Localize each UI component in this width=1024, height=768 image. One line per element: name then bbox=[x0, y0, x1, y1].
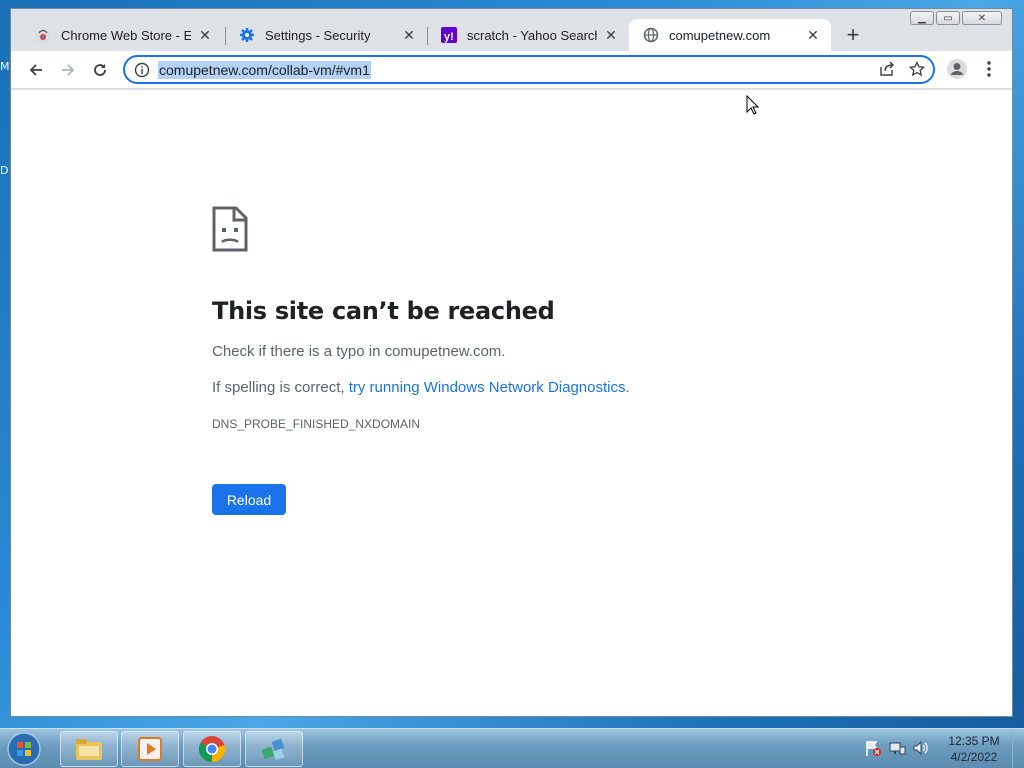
media-player-icon bbox=[138, 737, 162, 761]
back-arrow-icon bbox=[29, 64, 42, 76]
clock-time: 12:35 PM bbox=[948, 734, 1000, 748]
mouse-cursor-icon bbox=[746, 95, 760, 115]
tab-strip: Chrome Web Store - Exte ✕ Settings - Sec… bbox=[11, 19, 1012, 51]
browser-window: ▁ ▭ ✕ Chrome Web Store - Exte ✕ Settings… bbox=[10, 8, 1013, 717]
sad-page-icon bbox=[212, 206, 248, 252]
new-tab-button[interactable]: + bbox=[841, 22, 865, 47]
start-button[interactable] bbox=[6, 731, 46, 767]
browser-toolbar: comupetnew.com/collab-vm/#vm1 bbox=[11, 51, 1012, 89]
tab-title: scratch - Yahoo Search Re bbox=[467, 27, 597, 43]
chrome-icon bbox=[198, 736, 226, 763]
spelling-hint: If spelling is correct, try running Wind… bbox=[212, 379, 832, 396]
forward-button[interactable] bbox=[56, 58, 80, 82]
profile-avatar-icon bbox=[947, 59, 967, 79]
kebab-menu-icon bbox=[987, 61, 991, 77]
bookmark-star-icon[interactable] bbox=[908, 60, 926, 82]
tab-title: Chrome Web Store - Exte bbox=[61, 27, 191, 43]
url-text[interactable]: comupetnew.com/collab-vm/#vm1 bbox=[158, 60, 371, 79]
windows-start-orb-icon bbox=[7, 732, 41, 766]
tab-chrome-web-store[interactable]: Chrome Web Store - Exte ✕ bbox=[21, 19, 223, 51]
spelling-prefix: If spelling is correct, bbox=[212, 379, 349, 396]
tab-yahoo-search[interactable]: y! scratch - Yahoo Search Re ✕ bbox=[427, 19, 629, 51]
system-tray bbox=[864, 739, 930, 757]
taskbar: 12:35 PM 4/2/2022 bbox=[0, 728, 1024, 768]
chrome-web-store-icon bbox=[35, 27, 51, 43]
tab-close-icon[interactable]: ✕ bbox=[401, 27, 417, 44]
settings-gear-icon bbox=[239, 27, 255, 43]
show-desktop-button[interactable] bbox=[1012, 729, 1024, 768]
taskbar-network-app[interactable] bbox=[245, 731, 303, 767]
taskbar-media-player[interactable] bbox=[121, 731, 179, 767]
share-icon[interactable] bbox=[879, 61, 895, 82]
page-content: This site can’t be reached Check if ther… bbox=[11, 90, 1012, 716]
reload-toolbar-button[interactable] bbox=[88, 58, 112, 82]
tab-close-icon[interactable]: ✕ bbox=[805, 27, 821, 44]
action-center-flag-icon[interactable] bbox=[864, 739, 882, 757]
network-diagnostics-link[interactable]: try running Windows Network Diagnostics bbox=[349, 379, 626, 396]
reload-icon bbox=[94, 64, 106, 76]
desktop-icon-label-m: M bbox=[0, 60, 10, 73]
tab-title: comupetnew.com bbox=[669, 27, 771, 43]
site-info-icon[interactable] bbox=[134, 62, 150, 78]
taskbar-explorer[interactable] bbox=[60, 731, 118, 767]
svg-text:y!: y! bbox=[444, 31, 454, 43]
taskbar-clock[interactable]: 12:35 PM 4/2/2022 bbox=[944, 733, 1004, 765]
yahoo-icon: y! bbox=[441, 27, 457, 43]
tab-close-icon[interactable]: ✕ bbox=[603, 27, 619, 44]
network-status-icon[interactable] bbox=[888, 739, 906, 757]
error-code: DNS_PROBE_FINISHED_NXDOMAIN bbox=[212, 417, 421, 431]
network-app-icon bbox=[261, 738, 285, 761]
tab-comupetnew[interactable]: comupetnew.com ✕ bbox=[629, 19, 831, 51]
back-button[interactable] bbox=[24, 58, 48, 82]
spelling-suffix: . bbox=[625, 379, 630, 396]
typo-hint: Check if there is a typo in comupetnew.c… bbox=[212, 343, 506, 360]
tab-settings-security[interactable]: Settings - Security ✕ bbox=[225, 19, 427, 51]
windows-explorer-icon bbox=[76, 739, 102, 760]
reload-button[interactable]: Reload bbox=[212, 484, 286, 515]
taskbar-chrome[interactable] bbox=[183, 731, 241, 767]
clock-date: 4/2/2022 bbox=[950, 750, 998, 764]
profile-button[interactable] bbox=[946, 58, 968, 80]
address-bar[interactable]: comupetnew.com/collab-vm/#vm1 bbox=[123, 55, 935, 84]
desktop-icon-label-d: D bbox=[0, 164, 9, 177]
forward-arrow-icon bbox=[62, 64, 75, 76]
menu-button[interactable] bbox=[981, 58, 997, 80]
error-panel: This site can’t be reached Check if ther… bbox=[212, 206, 832, 515]
error-heading: This site can’t be reached bbox=[212, 297, 555, 325]
tab-close-icon[interactable]: ✕ bbox=[197, 27, 213, 44]
globe-icon bbox=[643, 27, 659, 43]
tab-title: Settings - Security bbox=[265, 27, 371, 43]
volume-icon[interactable] bbox=[912, 739, 930, 757]
